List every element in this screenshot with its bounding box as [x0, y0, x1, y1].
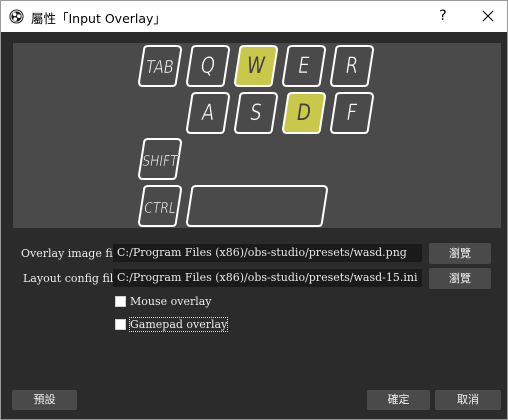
- key-label: Q: [201, 52, 215, 78]
- key-e: E: [281, 45, 327, 87]
- key-q: Q: [185, 45, 231, 87]
- close-button[interactable]: [471, 1, 505, 32]
- key-label: E: [298, 52, 310, 78]
- browse-image-button[interactable]: 瀏覽: [429, 243, 491, 264]
- help-button[interactable]: ?: [429, 1, 457, 32]
- key-label: A: [200, 99, 214, 125]
- mouse-overlay-checkbox[interactable]: [115, 296, 126, 307]
- key-label: S: [250, 99, 262, 125]
- defaults-button[interactable]: 預設: [12, 390, 77, 410]
- browse-config-button[interactable]: 瀏覽: [429, 268, 491, 289]
- key-d: D: [281, 92, 327, 134]
- gamepad-overlay-checkbox[interactable]: [115, 319, 126, 330]
- layout-config-file-label: Layout config file: [23, 272, 120, 285]
- obs-logo-icon: [9, 9, 24, 24]
- layout-config-file-field[interactable]: C:/Program Files (x86)/obs-studio/preset…: [113, 269, 422, 287]
- overlay-image-file-field[interactable]: C:/Program Files (x86)/obs-studio/preset…: [113, 244, 422, 262]
- key-label: TAB: [146, 57, 174, 78]
- ok-button[interactable]: 確定: [367, 390, 430, 410]
- key-label: W: [247, 52, 266, 78]
- mouse-overlay-label: Mouse overlay: [130, 295, 212, 308]
- properties-dialog: 屬性「Input Overlay」 ? TAB Q W E R A S D F SHIFT CTRL…: [0, 0, 508, 420]
- key-space: [185, 185, 329, 227]
- key-tab: TAB: [137, 45, 183, 87]
- key-label: D: [297, 99, 311, 125]
- key-a: A: [185, 92, 231, 134]
- key-s: S: [233, 92, 279, 134]
- key-label: CTRL: [144, 200, 175, 217]
- key-r: R: [329, 45, 375, 87]
- gamepad-overlay-label: Gamepad overlay: [128, 317, 229, 332]
- key-label: SHIFT: [142, 153, 179, 170]
- key-w: W: [233, 45, 279, 87]
- key-f: F: [329, 92, 375, 134]
- key-label: F: [347, 99, 358, 125]
- key-shift: SHIFT: [137, 138, 183, 180]
- overlay-image-file-label: Overlay image file: [21, 247, 123, 260]
- keyboard-overlay: TAB Q W E R A S D F SHIFT CTRL: [137, 45, 375, 227]
- cancel-button[interactable]: 取消: [435, 390, 501, 410]
- key-ctrl: CTRL: [137, 185, 183, 227]
- close-icon: [482, 10, 494, 22]
- overlay-preview: TAB Q W E R A S D F SHIFT CTRL: [13, 43, 501, 228]
- title-bar: 屬性「Input Overlay」 ?: [1, 1, 507, 32]
- key-label: R: [346, 52, 359, 78]
- window-title: 屬性「Input Overlay」: [31, 11, 166, 26]
